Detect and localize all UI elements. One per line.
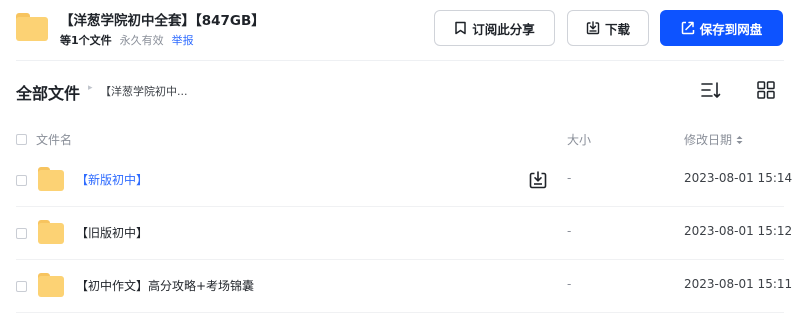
column-header-name: 文件名 <box>36 133 73 147</box>
file-size: - <box>567 171 572 185</box>
file-date: 2023-08-01 15:12 <box>684 224 793 238</box>
file-name[interactable]: 【旧版初中】 <box>76 224 148 241</box>
save-to-drive-button[interactable]: 保存到网盘 <box>660 10 783 46</box>
file-count: 等1个文件 <box>60 34 112 47</box>
row-checkbox[interactable] <box>16 281 27 292</box>
table-row[interactable]: 【旧版初中】 - 2023-08-01 15:12 <box>0 207 800 260</box>
header-divider <box>16 60 784 61</box>
save-icon <box>681 21 695 35</box>
table-row[interactable]: 【新版初中】 - 2023-08-01 15:14 <box>0 154 800 207</box>
download-label: 下载 <box>604 21 630 37</box>
file-size: - <box>567 277 572 291</box>
file-name[interactable]: 【新版初中】 <box>76 171 148 188</box>
row-divider <box>16 312 784 313</box>
sort-caret-icon <box>732 133 744 147</box>
column-header-date-label: 修改日期 <box>684 133 733 147</box>
folder-icon <box>38 220 64 244</box>
column-header-date[interactable]: 修改日期 <box>684 131 744 148</box>
breadcrumb-root[interactable]: 全部文件 <box>16 80 80 104</box>
folder-icon <box>38 273 64 297</box>
validity-label: 永久有效 <box>119 34 164 47</box>
share-title: 【洋葱学院初中全套】【847GB】 <box>60 13 265 29</box>
download-icon <box>586 21 600 35</box>
column-header-size: 大小 <box>567 133 592 147</box>
share-meta: 等1个文件 永久有效 举报 <box>60 32 194 48</box>
bookmark-icon <box>454 21 467 35</box>
sort-icon[interactable] <box>700 80 722 100</box>
file-date: 2023-08-01 15:11 <box>684 277 793 291</box>
table-row[interactable]: 【初中作文】高分攻略+考场锦囊 - 2023-08-01 15:11 <box>0 260 800 313</box>
download-button[interactable]: 下载 <box>567 10 649 46</box>
file-size: - <box>567 224 572 238</box>
subscribe-button[interactable]: 订阅此分享 <box>434 10 555 46</box>
breadcrumb-separator-icon: ▸ <box>88 83 93 93</box>
save-label: 保存到网盘 <box>699 21 763 37</box>
row-checkbox[interactable] <box>16 175 27 186</box>
folder-icon <box>16 13 48 41</box>
select-all-checkbox[interactable] <box>16 134 27 145</box>
report-link[interactable]: 举报 <box>172 34 194 47</box>
file-date: 2023-08-01 15:14 <box>684 171 793 185</box>
row-checkbox[interactable] <box>16 228 27 239</box>
file-name[interactable]: 【初中作文】高分攻略+考场锦囊 <box>76 277 254 294</box>
grid-view-icon[interactable] <box>756 80 776 100</box>
subscribe-label: 订阅此分享 <box>472 21 535 37</box>
table-header: 文件名 大小 修改日期 <box>0 124 800 154</box>
row-download-icon[interactable] <box>528 170 548 190</box>
breadcrumb: 全部文件 ▸ 【洋葱学院初中... <box>0 72 800 108</box>
breadcrumb-current: 【洋葱学院初中... <box>100 85 188 98</box>
folder-icon <box>38 167 64 191</box>
share-header: 【洋葱学院初中全套】【847GB】 等1个文件 永久有效 举报 订阅此分享 下载 保… <box>0 0 800 60</box>
